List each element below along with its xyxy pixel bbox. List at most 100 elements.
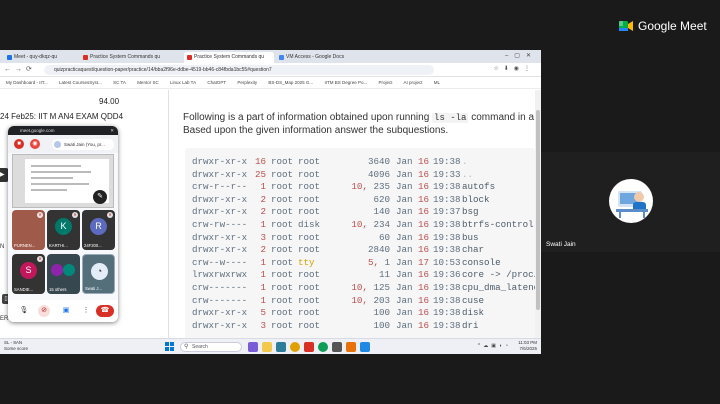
mic-icon[interactable]: 🎙 — [18, 305, 30, 317]
app-icon[interactable] — [276, 342, 286, 352]
avatar — [63, 264, 75, 276]
tab-vm-access[interactable]: VM Access - Google Docs — [276, 52, 356, 63]
file-owner: root — [271, 156, 294, 167]
bookmark[interactable]: Linux Lab TA — [170, 80, 196, 85]
listing-row: crw--w---- 1 root tty 5, 1 Jan 17 10:53console — [192, 257, 535, 270]
participant-tile[interactable]: ✕ PURNEN... — [12, 210, 45, 250]
file-permissions: crw--w---- — [192, 256, 248, 268]
bookmark[interactable]: AI project — [404, 80, 423, 85]
bookmark[interactable]: Perplexity — [237, 80, 257, 85]
file-permissions: drwxr-xr-x — [192, 244, 248, 256]
link-count: 1 — [260, 256, 266, 268]
file-owner: root — [271, 168, 294, 180]
terminal-icon[interactable] — [332, 342, 342, 352]
tab-practice-1[interactable]: Practice System Commands qu — [80, 52, 180, 63]
participant-tile[interactable]: K ✕ KARTHI... — [47, 210, 80, 250]
site-favicon-icon — [187, 55, 192, 60]
link-count: 25 — [254, 168, 266, 180]
device-major: 10, — [351, 281, 368, 293]
taskbar-search[interactable]: ⚲ Search — [180, 342, 242, 352]
file-time: 19:38 — [433, 307, 461, 319]
annotate-pen-icon[interactable]: ✎ — [93, 190, 107, 204]
file-permissions: drwxr-xr-x — [192, 307, 248, 319]
bookmark[interactable]: Latest CoursesSyst... — [59, 80, 102, 85]
bookmark[interactable]: IITM BS Degree Po... — [324, 80, 367, 85]
question-text-part: Following is a part of information obtai… — [183, 112, 430, 123]
file-group: root — [298, 156, 321, 167]
cast-icon[interactable]: ◉ — [30, 139, 40, 149]
participant-name: Swati Jain — [546, 241, 576, 248]
link-count: 3 — [260, 319, 266, 331]
close-icon[interactable]: ✕ — [110, 126, 114, 135]
weather-widget[interactable]: SL - 8AN Some score — [4, 340, 28, 352]
window-controls[interactable]: –▢✕ — [505, 52, 537, 59]
system-clock[interactable]: 11:03 PM 7/6/2025 — [518, 340, 537, 352]
bookmark[interactable]: SC TA — [113, 80, 126, 85]
file-time: 19:36 — [433, 269, 461, 281]
others-tile[interactable]: 15 others — [47, 254, 80, 294]
listing-row: drwxr-xr-x 2 root root 2840 Jan 16 19:38char — [192, 244, 535, 257]
file-name: char — [462, 244, 485, 256]
participant-tile[interactable]: R ✕ 24F200... — [82, 210, 115, 250]
listing-row: drwxr-xr-x 3 root root 100 Jan 16 19:38dri — [192, 320, 535, 333]
tab-practice-active[interactable]: Practice System Commands qu — [184, 52, 274, 63]
bookmark[interactable]: Project — [378, 80, 392, 85]
file-time: 19:38 — [433, 319, 461, 331]
code-block: drwxr-xr-x 16 root root 3640 Jan 16 19:38. drwx… — [185, 148, 535, 348]
device-major: 10, — [351, 218, 368, 230]
file-day: 16 — [417, 231, 429, 243]
file-size: 3640 — [334, 156, 390, 169]
participant-tile[interactable]: S ✕ SANDIE... — [12, 254, 45, 294]
nav-buttons[interactable]: ←→⟳ — [4, 65, 36, 73]
file-name: block — [462, 193, 490, 205]
file-time: 19:38 — [433, 181, 461, 193]
file-day: 16 — [417, 193, 429, 205]
bookmark[interactable]: My Dashboard - IIT... — [6, 80, 48, 85]
browser-toolbar-icons[interactable]: ☆⬇◉⋮ — [493, 65, 535, 72]
file-group: root — [298, 168, 321, 180]
app-icon[interactable] — [346, 342, 356, 352]
browser-tab-strip: Meet - quy-dkqz-qu Practice System Comma… — [0, 50, 541, 63]
device-major: 5, — [367, 256, 379, 268]
file-month: Jan — [396, 156, 413, 167]
file-name: .. — [462, 168, 474, 180]
size-value: 60 — [378, 231, 390, 243]
file-group: root — [298, 206, 321, 218]
chrome-icon[interactable] — [290, 342, 300, 352]
system-tray-icons[interactable]: ^☁▣◖◔ — [478, 343, 511, 349]
file-size: 10, 203 — [334, 295, 390, 308]
more-icon[interactable]: ⋮ — [80, 305, 92, 317]
file-day: 17 — [417, 256, 429, 268]
vscode-icon[interactable] — [360, 342, 370, 352]
bookmark[interactable]: ChatGPT — [207, 80, 226, 85]
size-value: 2840 — [367, 244, 390, 256]
file-month: Jan — [396, 269, 413, 281]
file-month: Jan — [396, 281, 413, 293]
windows-start-icon[interactable] — [165, 342, 174, 351]
file-name: console — [462, 256, 501, 268]
stop-presenting-icon[interactable]: ■ — [14, 139, 24, 149]
tab-label: VM Access - Google Docs — [286, 54, 345, 60]
bookmark[interactable]: BS-DS_Map 2025 G... — [268, 80, 313, 85]
file-explorer-icon[interactable] — [262, 342, 272, 352]
scrollbar-thumb[interactable] — [536, 110, 540, 310]
camera-off-icon[interactable]: ⊘ — [38, 305, 50, 317]
url-field[interactable]: quizpracticaquest/question-paper/practic… — [44, 65, 434, 75]
file-time: 10:53 — [433, 256, 461, 268]
tab-label: Practice System Commands qu — [90, 54, 161, 60]
shield-icon[interactable] — [304, 342, 314, 352]
size-value: 3640 — [367, 156, 390, 167]
question-text-part: command in a — [471, 112, 535, 123]
present-icon[interactable]: ▣ — [60, 305, 72, 317]
tab-meet[interactable]: Meet - quy-dkqz-qu — [4, 52, 68, 63]
edge-icon[interactable] — [318, 342, 328, 352]
bookmark[interactable]: Mentor SC — [137, 80, 159, 85]
end-call-icon[interactable]: ☎ — [96, 305, 114, 317]
self-tile[interactable]: ◔ Swati J... — [82, 254, 115, 294]
size-value: 234 — [373, 218, 390, 230]
bookmark[interactable]: ML — [434, 80, 440, 85]
search-placeholder: Search — [192, 344, 208, 350]
taskview-icon[interactable] — [248, 342, 258, 352]
site-favicon-icon — [83, 55, 88, 60]
link-count: 1 — [260, 269, 266, 281]
